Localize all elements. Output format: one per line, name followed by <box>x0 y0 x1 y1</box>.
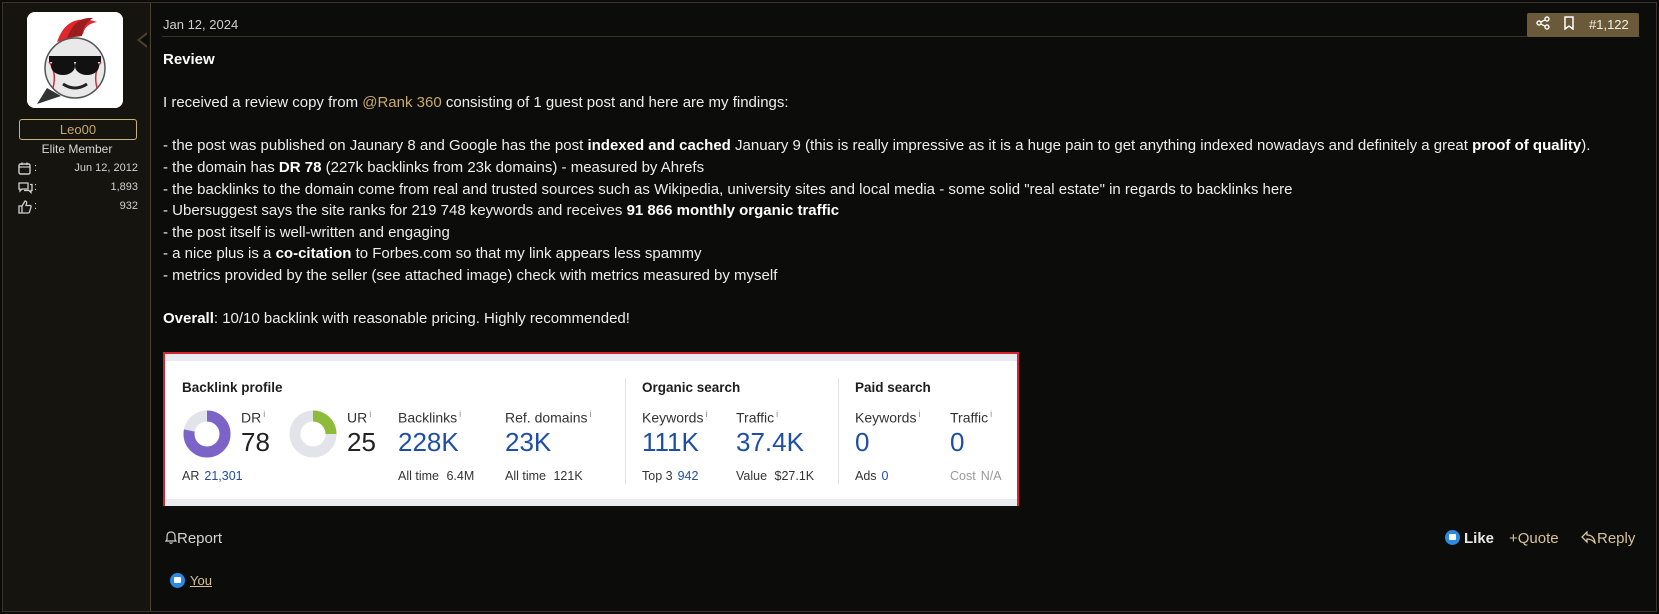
ar-row: AR 21,301 <box>182 469 243 483</box>
ads-row: Ads 0 <box>855 469 889 483</box>
finding-line: - the post was published on Jaunary 8 an… <box>163 137 1591 155</box>
user-mention-link[interactable]: @Rank 360 <box>362 94 441 111</box>
backlinks-label: Backlinks i <box>398 409 462 426</box>
top3-row: Top 3 942 <box>642 469 699 483</box>
avatar-image <box>27 12 123 108</box>
plus-icon: + <box>1509 530 1518 547</box>
messages-icon <box>18 181 34 195</box>
reacted-by-link[interactable]: You <box>190 573 212 588</box>
cost-row: Cost N/A <box>950 469 1002 483</box>
ur-label: UR i <box>347 409 372 426</box>
avatar[interactable] <box>27 12 123 108</box>
ur-value: 25 <box>347 427 376 457</box>
finding-line: - the backlinks to the domain come from … <box>163 180 1293 198</box>
bell-icon <box>164 530 178 547</box>
reply-button[interactable]: Reply <box>1581 530 1635 547</box>
attached-image[interactable]: Backlink profile Organic search Paid sea… <box>163 352 1019 506</box>
organic-keywords-label: Keywords i <box>642 409 708 426</box>
username-link[interactable]: Leo00 <box>19 119 137 140</box>
paid-search-heading: Paid search <box>855 380 931 395</box>
post-heading: Review <box>163 51 215 68</box>
user-title: Elite Member <box>41 142 113 156</box>
quote-button[interactable]: +Quote <box>1509 530 1559 547</box>
finding-line: - a nice plus is a co-citation to Forbes… <box>163 245 702 263</box>
dr-label: DR i <box>241 409 266 426</box>
ur-donut-chart <box>289 410 337 458</box>
stat-value: 932 <box>119 200 138 212</box>
bookmark-icon[interactable] <box>1559 15 1579 35</box>
calendar-icon <box>18 162 34 176</box>
share-icon[interactable] <box>1533 15 1553 35</box>
ref-domains-label: Ref. domains i <box>505 409 592 426</box>
report-link[interactable]: Report <box>164 530 222 547</box>
dr-donut-chart <box>183 410 231 458</box>
finding-line: - the domain has DR 78 (227k backlinks f… <box>163 158 705 176</box>
finding-line: - the post itself is well-written and en… <box>163 223 450 241</box>
stat-reactions: : 932 <box>18 200 138 216</box>
organic-traffic-value-link[interactable]: 37.4K <box>736 427 804 458</box>
stat-value: 1,893 <box>110 181 138 193</box>
stat-joined: : Jun 12, 2012 <box>18 162 138 178</box>
like-button[interactable]: Like <box>1445 530 1494 547</box>
post-body: Review I received a review copy from @Ra… <box>163 49 1653 330</box>
ref-domains-value-link[interactable]: 23K <box>505 427 551 458</box>
overall-line: Overall: 10/10 backlink with reasonable … <box>163 310 630 328</box>
stat-messages: : 1,893 <box>18 181 138 197</box>
organic-keywords-value-link[interactable]: 111K <box>642 427 699 458</box>
paid-traffic-label: Traffic i <box>950 409 993 426</box>
finding-line: - Ubersuggest says the site ranks for 21… <box>163 202 840 220</box>
finding-line: - metrics provided by the seller (see at… <box>163 266 778 284</box>
dr-value: 78 <box>241 427 270 457</box>
backlink-profile-heading: Backlink profile <box>182 380 283 395</box>
like-icon <box>1445 530 1460 545</box>
backlinks-value-link[interactable]: 228K <box>398 427 459 458</box>
paid-keywords-label: Keywords i <box>855 409 921 426</box>
ref-domains-all-time: All time 121K <box>505 469 583 483</box>
post-actions-bar: #1,122 <box>1527 13 1639 37</box>
reactions-icon <box>18 200 34 214</box>
reply-icon <box>1581 530 1597 547</box>
organic-traffic-label: Traffic i <box>736 409 779 426</box>
post-date[interactable]: Jan 12, 2024 <box>163 17 238 32</box>
header-divider <box>162 36 1640 37</box>
intro-line: I received a review copy from @Rank 360 … <box>163 94 789 112</box>
post-number-link[interactable]: #1,122 <box>1589 13 1629 37</box>
backlinks-all-time: All time 6.4M <box>398 469 475 483</box>
paid-traffic-value-link[interactable]: 0 <box>950 427 964 458</box>
organic-search-heading: Organic search <box>642 380 741 395</box>
traffic-value-row: Value $27.1K <box>736 469 815 483</box>
paid-keywords-value-link[interactable]: 0 <box>855 427 869 458</box>
stat-value: Jun 12, 2012 <box>74 162 138 174</box>
reaction-like-icon <box>170 573 189 591</box>
